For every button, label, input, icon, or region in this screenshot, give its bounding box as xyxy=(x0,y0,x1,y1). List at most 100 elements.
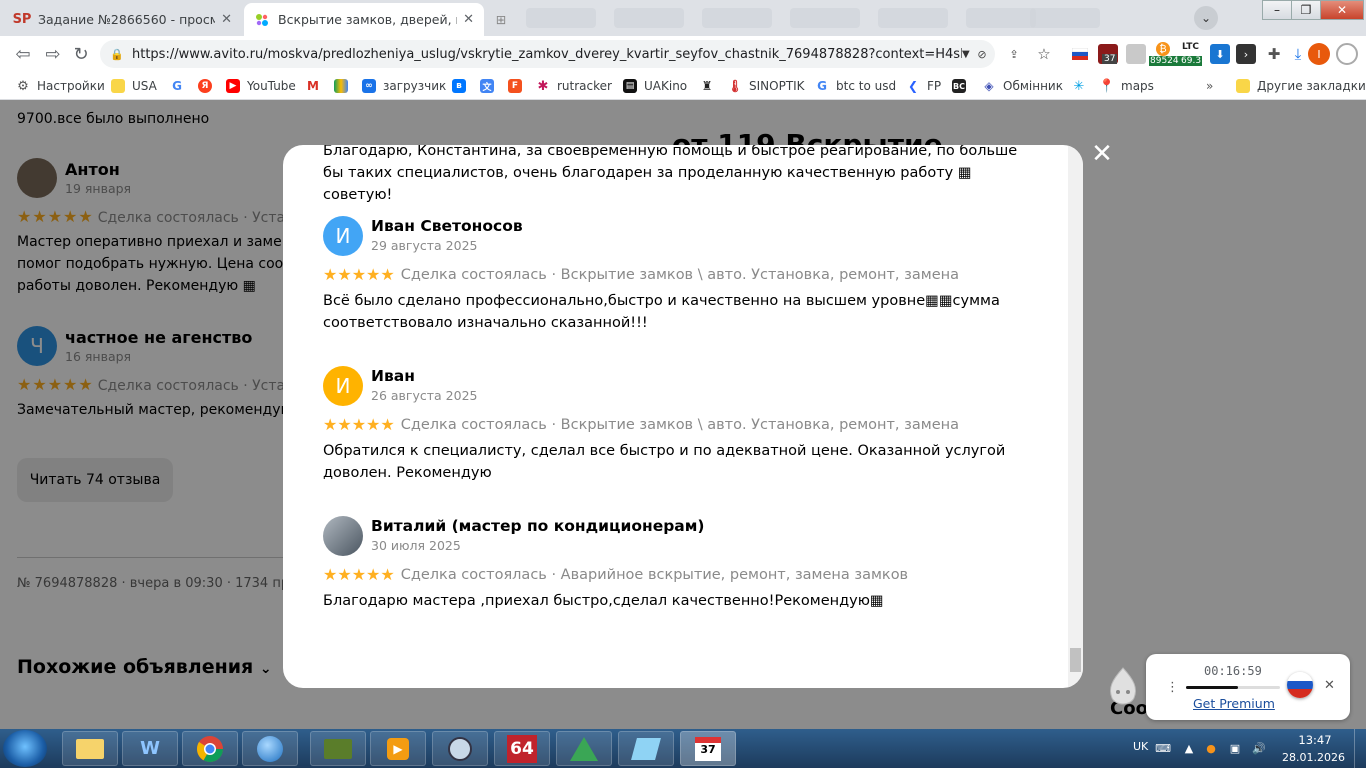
bookmark-btc-usd[interactable]: Gbtc to usd xyxy=(815,77,896,95)
deal-status: Сделка состоялась · Вскрытие замков \ ав… xyxy=(400,416,959,433)
no-tracking-icon[interactable]: ⊘ xyxy=(972,44,992,64)
bookmark-label: maps xyxy=(1121,79,1154,93)
close-icon[interactable]: ✕ xyxy=(1324,678,1335,693)
bookmark-vk[interactable]: в xyxy=(452,77,473,95)
scrollbar-thumb[interactable] xyxy=(1070,648,1081,672)
volume-icon[interactable]: 🔊 xyxy=(1252,741,1266,755)
close-icon[interactable]: ✕ xyxy=(1090,141,1114,167)
youtube-icon: ▶ xyxy=(226,79,240,93)
bookmark-exchanger[interactable]: ◈ Обмінник xyxy=(982,77,1063,95)
tab-strip: SP Задание №2866560 - просмотр з ✕ Вскры… xyxy=(0,0,1366,36)
new-tab-button[interactable]: ⊞ xyxy=(486,3,516,36)
bookmark-translate[interactable]: 文 xyxy=(480,77,501,95)
review-date: 29 августа 2025 xyxy=(371,238,478,253)
widget-menu-icon[interactable]: ⋮ xyxy=(1166,680,1179,695)
globe-app-icon[interactable] xyxy=(242,731,298,766)
more-bookmarks-icon[interactable]: » xyxy=(1206,77,1213,95)
widget-progress-bar xyxy=(1186,686,1280,689)
vpn-widget: ⋮ 00:16:59 Get Premium ✕ xyxy=(1146,654,1350,720)
aida64-icon[interactable]: 64 xyxy=(494,731,550,766)
background-tab[interactable] xyxy=(790,8,860,28)
background-tab[interactable] xyxy=(966,8,1036,28)
ltc-label: LTC xyxy=(1182,42,1199,52)
tab-avito[interactable]: Вскрытие замков, дверей, кварти ✕ xyxy=(244,3,484,36)
calendar-app-icon[interactable]: 37 xyxy=(680,731,736,766)
back-arrow-icon[interactable]: ⇦ xyxy=(12,44,34,65)
browser-toolbar: ⇦ ⇨ ↻ 🔒 ▼ ⊘ ⇪ ☆ 37 ₿ 89524 LTC 69.3 ⬇ › … xyxy=(0,36,1366,72)
close-window-button[interactable]: ✕ xyxy=(1320,0,1364,20)
bookmark-downloader[interactable]: ∞ загрузчик xyxy=(362,77,446,95)
close-tab-icon[interactable]: ✕ xyxy=(463,12,474,27)
download-extension-icon[interactable]: ⬇ xyxy=(1210,44,1230,64)
bookmark-yandex[interactable]: Я xyxy=(198,77,219,95)
clock-date[interactable]: 28.01.2026 xyxy=(1282,751,1345,764)
chrome-icon[interactable] xyxy=(182,731,238,766)
bookmark-star-icon[interactable]: ☆ xyxy=(1034,44,1054,64)
bookmark-settings[interactable]: ⚙ Настройки xyxy=(16,77,105,95)
bookmark-other[interactable]: Другие закладки xyxy=(1236,77,1366,95)
forward-arrow-icon[interactable]: ⇨ xyxy=(42,44,64,65)
chrome-menu-icon[interactable] xyxy=(1336,43,1358,65)
extension-red-icon[interactable]: 37 xyxy=(1098,44,1118,64)
bookmark-google[interactable]: G xyxy=(170,77,191,95)
get-premium-link[interactable]: Get Premium xyxy=(1193,696,1275,711)
review-author: Виталий (мастер по кондиционерам) xyxy=(371,517,705,535)
litecoin-extension-icon[interactable]: LTC 69.3 xyxy=(1180,42,1204,66)
bookmark-gmail[interactable]: M xyxy=(306,77,327,95)
russia-flag-icon[interactable] xyxy=(1070,44,1090,64)
bookmark-maps[interactable]: 📍 maps xyxy=(1099,77,1154,95)
bookmark-sinoptik[interactable]: 🌡 SINOPTIK xyxy=(727,77,805,95)
clock-app-icon[interactable] xyxy=(432,731,488,766)
hotspot-flame-icon[interactable] xyxy=(1104,666,1142,706)
show-desktop-button[interactable] xyxy=(1354,729,1366,768)
extensions-puzzle-icon[interactable]: ✚ xyxy=(1264,44,1284,64)
bookmark-uakino[interactable]: ▤ UAKino xyxy=(623,77,687,95)
background-tab[interactable] xyxy=(702,8,772,28)
share-icon[interactable]: ⇪ xyxy=(1004,44,1024,64)
shield-app-icon[interactable]: W xyxy=(122,731,178,766)
bookmark-youtube[interactable]: ▶ YouTube xyxy=(226,77,296,95)
background-tab[interactable] xyxy=(878,8,948,28)
reload-icon[interactable]: ↻ xyxy=(70,44,92,65)
review-meta: ★★★★★ Сделка состоялась · Вскрытие замко… xyxy=(323,265,959,284)
bookmark-fp[interactable]: ❮ FP xyxy=(906,77,941,95)
close-tab-icon[interactable]: ✕ xyxy=(221,12,232,27)
explorer-icon[interactable] xyxy=(62,731,118,766)
terminal-extension-icon[interactable]: › xyxy=(1236,44,1256,64)
extension-grey-icon[interactable] xyxy=(1126,44,1146,64)
bookmark-usa[interactable]: USA xyxy=(111,77,157,95)
downloads-icon[interactable]: ⤓ xyxy=(1288,44,1308,64)
chart-app-icon[interactable] xyxy=(556,731,612,766)
background-tab[interactable] xyxy=(1030,8,1100,28)
media-app-icon[interactable] xyxy=(310,731,366,766)
background-tab[interactable] xyxy=(526,8,596,28)
rating-stars: ★★★★★ xyxy=(323,415,395,434)
keyboard-icon[interactable]: ⌨ xyxy=(1155,741,1171,755)
tray-app-icon[interactable]: ● xyxy=(1204,741,1218,755)
keyboard-language[interactable]: UK xyxy=(1133,740,1148,753)
url-input[interactable] xyxy=(132,46,962,62)
minimize-button[interactable]: – xyxy=(1262,0,1292,20)
russia-flag-icon[interactable] xyxy=(1287,672,1313,698)
bookmark-drive[interactable] xyxy=(334,77,355,95)
start-button[interactable] xyxy=(3,730,47,767)
video-player-icon[interactable]: ▶ xyxy=(370,731,426,766)
network-icon[interactable]: ▣ xyxy=(1228,741,1242,755)
bookmark-kyivstar[interactable]: ✳ xyxy=(1072,77,1093,95)
background-tab[interactable] xyxy=(614,8,684,28)
bookmark-bc[interactable]: BC xyxy=(952,77,973,95)
bookmark-rutracker[interactable]: ✱ rutracker xyxy=(536,77,612,95)
bookmark-mask[interactable]: ♜ xyxy=(700,77,721,95)
tab-sp-task[interactable]: SP Задание №2866560 - просмотр з ✕ xyxy=(4,3,242,36)
bookmark-f[interactable]: F xyxy=(508,77,529,95)
address-bar[interactable]: 🔒 ▼ xyxy=(100,40,995,68)
notepad-app-icon[interactable] xyxy=(618,731,674,766)
clock-time[interactable]: 13:47 xyxy=(1290,733,1340,747)
profile-avatar[interactable]: I xyxy=(1308,43,1330,65)
tab-search-chevron-icon[interactable]: ⌄ xyxy=(1194,6,1218,30)
maximize-button[interactable]: ❐ xyxy=(1291,0,1321,20)
url-dropdown-icon[interactable]: ▼ xyxy=(962,49,970,60)
tray-expand-icon[interactable]: ▲ xyxy=(1182,741,1196,755)
bitcoin-extension-icon[interactable]: ₿ 89524 xyxy=(1149,42,1180,66)
modal-scrollbar[interactable] xyxy=(1068,145,1083,688)
